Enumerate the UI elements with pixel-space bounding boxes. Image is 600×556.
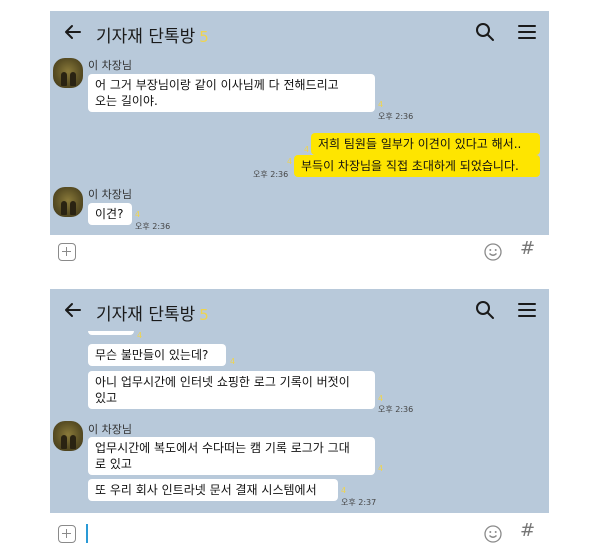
chat-screen-2: 기자재 단톡방 5 4 무슨 불만들이 있는데? 4 아니 업무시간에 인터넷 쇼… xyxy=(50,289,549,549)
message-text: 이견? xyxy=(95,207,124,221)
hamburger-menu-icon[interactable] xyxy=(515,298,539,322)
message-bubble[interactable]: 또 우리 회사 인트라넷 문서 결재 시스템에서 xyxy=(88,479,338,501)
message-bubble[interactable]: 어 그거 부장님이랑 같이 이사님께 다 전해드리고 오는 길이야. xyxy=(88,74,375,112)
chat-room-title: 기자재 단톡방 5 xyxy=(96,22,209,47)
hamburger-menu-icon[interactable] xyxy=(515,20,539,44)
message-time: 오후 2:36 xyxy=(253,170,289,179)
chat-room-name: 기자재 단톡방 xyxy=(96,305,196,325)
plus-icon[interactable] xyxy=(58,525,76,543)
back-arrow-icon[interactable] xyxy=(60,297,86,323)
message-time: 오후 2:36 xyxy=(378,405,414,414)
smiley-icon[interactable] xyxy=(483,524,503,544)
message-text: 아니 업무시간에 인터넷 쇼핑한 로그 기록이 버젓이 xyxy=(95,375,350,389)
unread-count: 4 xyxy=(378,394,384,403)
member-count: 5 xyxy=(199,28,209,46)
unread-count: 4 xyxy=(287,157,293,166)
message-text: 부득이 차장님을 직접 초대하게 되었습니다. xyxy=(301,159,519,173)
my-message-bubble[interactable]: 부득이 차장님을 직접 초대하게 되었습니다. xyxy=(294,155,540,177)
message-text: 오는 길이야. xyxy=(95,94,158,108)
message-text: 업무시간에 복도에서 수다떠는 캠 기록 로그가 그대 xyxy=(95,441,350,455)
message-bubble[interactable]: 무슨 불만들이 있는데? xyxy=(88,344,226,366)
member-count: 5 xyxy=(199,306,209,324)
plus-icon[interactable] xyxy=(58,243,76,261)
search-icon[interactable] xyxy=(473,20,497,44)
message-text: 있고 xyxy=(95,391,118,405)
message-time: 오후 2:37 xyxy=(341,498,377,507)
message-input-bar: # xyxy=(50,235,549,267)
message-time: 오후 2:36 xyxy=(135,222,171,231)
hash-icon[interactable]: # xyxy=(520,238,535,259)
unread-count: 4 xyxy=(135,210,141,219)
message-bubble[interactable]: 아니 업무시간에 인터넷 쇼핑한 로그 기록이 버젓이 있고 xyxy=(88,371,375,409)
unread-count: 4 xyxy=(137,331,143,340)
unread-count: 4 xyxy=(378,100,384,109)
chat-screen-1: 기자재 단톡방 5 이 차장님 어 그거 부장님이랑 같이 이사님께 다 전해드리… xyxy=(50,11,549,267)
message-time: 오후 2:36 xyxy=(378,112,414,121)
message-list[interactable]: 이 차장님 어 그거 부장님이랑 같이 이사님께 다 전해드리고 오는 길이야.… xyxy=(50,53,549,235)
chat-room-title: 기자재 단톡방 5 xyxy=(96,300,209,325)
unread-count: 4 xyxy=(304,145,310,154)
sender-name: 이 차장님 xyxy=(88,423,132,436)
message-bubble[interactable]: 이견? xyxy=(88,203,132,225)
sender-name: 이 차장님 xyxy=(88,188,132,201)
chat-room-name: 기자재 단톡방 xyxy=(96,27,196,47)
message-text: 로 있고 xyxy=(95,457,132,471)
back-arrow-icon[interactable] xyxy=(60,19,86,45)
chat-header: 기자재 단톡방 5 xyxy=(50,11,549,53)
message-list[interactable]: 4 무슨 불만들이 있는데? 4 아니 업무시간에 인터넷 쇼핑한 로그 기록이… xyxy=(50,331,549,513)
chat-header: 기자재 단톡방 5 xyxy=(50,289,549,331)
my-message-bubble[interactable]: 저희 팀원들 일부가 이견이 있다고 해서.. xyxy=(311,133,540,155)
avatar[interactable] xyxy=(53,187,83,217)
text-cursor xyxy=(86,524,88,543)
message-input-bar: # xyxy=(50,517,549,549)
message-text: 무슨 불만들이 있는데? xyxy=(95,348,209,362)
unread-count: 4 xyxy=(341,486,347,495)
message-text: 어 그거 부장님이랑 같이 이사님께 다 전해드리고 xyxy=(95,78,339,92)
message-input[interactable] xyxy=(90,523,470,543)
message-text: 저희 팀원들 일부가 이견이 있다고 해서.. xyxy=(318,137,522,151)
avatar[interactable] xyxy=(53,58,83,88)
message-bubble-partial[interactable] xyxy=(88,331,134,335)
message-bubble[interactable]: 업무시간에 복도에서 수다떠는 캠 기록 로그가 그대 로 있고 xyxy=(88,437,375,475)
avatar[interactable] xyxy=(53,421,83,451)
unread-count: 4 xyxy=(230,357,236,366)
search-icon[interactable] xyxy=(473,298,497,322)
smiley-icon[interactable] xyxy=(483,242,503,262)
unread-count: 4 xyxy=(378,464,384,473)
message-text: 또 우리 회사 인트라넷 문서 결재 시스템에서 xyxy=(95,483,317,497)
sender-name: 이 차장님 xyxy=(88,59,132,72)
hash-icon[interactable]: # xyxy=(520,520,535,541)
